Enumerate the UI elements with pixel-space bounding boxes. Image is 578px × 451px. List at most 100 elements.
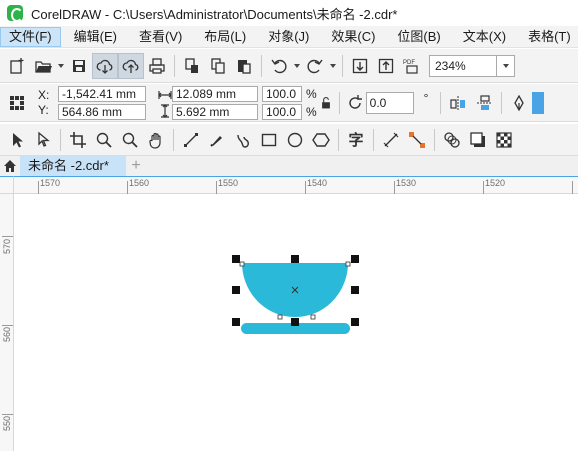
- transparency-icon[interactable]: [491, 127, 517, 153]
- ruler-label: 1550: [218, 178, 239, 188]
- open-folder-icon[interactable]: [30, 53, 56, 79]
- redo-dropdown-arrow[interactable]: [328, 53, 338, 79]
- zoom-out-tool-icon[interactable]: [117, 127, 143, 153]
- cut-icon[interactable]: [179, 53, 205, 79]
- menu-object[interactable]: 对象(J): [259, 27, 318, 47]
- add-tab-button[interactable]: +: [126, 156, 146, 176]
- paste-icon[interactable]: [231, 53, 257, 79]
- mirror-horizontal-icon[interactable]: [445, 90, 471, 116]
- drop-shadow-icon[interactable]: [465, 127, 491, 153]
- menu-bar: 文件(F) 编辑(E) 查看(V) 布局(L) 对象(J) 效果(C) 位图(B…: [0, 26, 578, 48]
- selection-handle[interactable]: [232, 286, 240, 294]
- publish-pdf-icon[interactable]: PDF: [399, 53, 425, 79]
- ruler-tick: [483, 181, 484, 194]
- separator: [373, 128, 374, 151]
- pick-tool-icon[interactable]: [4, 127, 30, 153]
- vertical-ruler[interactable]: 570 560 550: [0, 194, 14, 451]
- position-fields: -1,542.41 mm 564.86 mm: [58, 85, 146, 121]
- object-origin-icon[interactable]: [4, 90, 30, 116]
- connector-tool-icon[interactable]: [404, 127, 430, 153]
- undo-icon[interactable]: [266, 53, 292, 79]
- node-point[interactable]: [345, 261, 351, 267]
- menu-bitmaps[interactable]: 位图(B): [388, 27, 449, 47]
- copy-icon[interactable]: [205, 53, 231, 79]
- toolbox: 字: [0, 124, 578, 156]
- polygon-tool-icon[interactable]: [308, 127, 334, 153]
- selection-handle[interactable]: [351, 255, 359, 263]
- selection-handle[interactable]: [232, 318, 240, 326]
- drawing-surface: [232, 255, 359, 334]
- scale-y-unit: %: [306, 104, 317, 119]
- node-point[interactable]: [310, 314, 316, 320]
- separator: [434, 128, 435, 151]
- new-document-icon[interactable]: [4, 53, 30, 79]
- ellipse-tool-icon[interactable]: [282, 127, 308, 153]
- crop-tool-icon[interactable]: [65, 127, 91, 153]
- smart-fill-icon[interactable]: [230, 127, 256, 153]
- blend-tool-icon[interactable]: [439, 127, 465, 153]
- ruler-label: 560: [2, 326, 12, 342]
- zoom-dropdown-button[interactable]: [497, 54, 515, 77]
- outline-width-selector[interactable]: [532, 91, 545, 114]
- menu-layout[interactable]: 布局(L): [195, 27, 255, 47]
- welcome-home-tab[interactable]: [0, 156, 20, 176]
- node-point[interactable]: [277, 314, 283, 320]
- mirror-vertical-icon[interactable]: [471, 90, 497, 116]
- shape-tool-icon[interactable]: [30, 127, 56, 153]
- redo-icon[interactable]: [302, 53, 328, 79]
- cloud-upload-icon[interactable]: [118, 52, 144, 79]
- menu-edit[interactable]: 编辑(E): [65, 27, 126, 47]
- ruler-tick: [2, 414, 13, 415]
- ruler-tick: [305, 181, 306, 194]
- width-input[interactable]: 12.089 mm: [172, 85, 258, 102]
- ruler-tick: [38, 181, 39, 194]
- freehand-tool-icon[interactable]: [178, 127, 204, 153]
- save-icon[interactable]: [66, 53, 92, 79]
- title-bar: CorelDRAW - C:\Users\Administrator\Docum…: [0, 0, 578, 26]
- node-point[interactable]: [239, 261, 245, 267]
- pen-nib-icon[interactable]: [506, 90, 532, 116]
- print-icon[interactable]: [144, 53, 170, 79]
- zoom-tool-icon[interactable]: [91, 127, 117, 153]
- export-icon[interactable]: [373, 53, 399, 79]
- ruler-tick: [2, 325, 13, 326]
- lock-ratio-icon[interactable]: [317, 90, 335, 116]
- height-icon: [161, 103, 169, 118]
- menu-file[interactable]: 文件(F): [0, 26, 61, 47]
- selection-handle[interactable]: [351, 286, 359, 294]
- scale-x-input[interactable]: 100.0: [262, 85, 302, 102]
- y-label: Y:: [38, 102, 49, 117]
- import-icon[interactable]: [347, 53, 373, 79]
- rotation-angle-input[interactable]: 0.0: [365, 91, 414, 114]
- tab-document[interactable]: 未命名 -2.cdr*: [20, 156, 126, 176]
- window-title: CorelDRAW - C:\Users\Administrator\Docum…: [31, 6, 398, 22]
- drawing-canvas[interactable]: [15, 194, 578, 451]
- undo-dropdown-arrow[interactable]: [292, 53, 302, 79]
- menu-view[interactable]: 查看(V): [130, 27, 191, 47]
- cloud-download-icon[interactable]: [92, 52, 118, 79]
- separator: [342, 54, 343, 77]
- menu-table[interactable]: 表格(T): [519, 27, 578, 47]
- scale-y-input[interactable]: 100.0: [262, 103, 302, 120]
- selection-handle[interactable]: [291, 318, 299, 326]
- ruler-corner[interactable]: [0, 176, 14, 194]
- parallel-dimension-icon[interactable]: [378, 127, 404, 153]
- open-dropdown-arrow[interactable]: [56, 53, 66, 79]
- selection-handle[interactable]: [351, 318, 359, 326]
- menu-text[interactable]: 文本(X): [454, 27, 515, 47]
- ruler-label: 1530: [396, 178, 417, 188]
- zoom-level-input[interactable]: 234%: [429, 54, 497, 77]
- selection-handle[interactable]: [232, 255, 240, 263]
- pan-tool-icon[interactable]: [143, 127, 169, 153]
- x-position-input[interactable]: -1,542.41 mm: [58, 85, 146, 102]
- menu-effects[interactable]: 效果(C): [322, 27, 384, 47]
- height-input[interactable]: 5.692 mm: [172, 103, 258, 120]
- selection-handle[interactable]: [291, 255, 299, 263]
- separator: [60, 128, 61, 151]
- ruler-label: 1540: [307, 178, 328, 188]
- artistic-media-icon[interactable]: [204, 127, 230, 153]
- y-position-input[interactable]: 564.86 mm: [58, 103, 146, 120]
- rectangle-tool-icon[interactable]: [256, 127, 282, 153]
- horizontal-ruler[interactable]: 1570 1560 1550 1540 1530 1520: [14, 176, 578, 194]
- text-tool-icon[interactable]: 字: [343, 127, 369, 153]
